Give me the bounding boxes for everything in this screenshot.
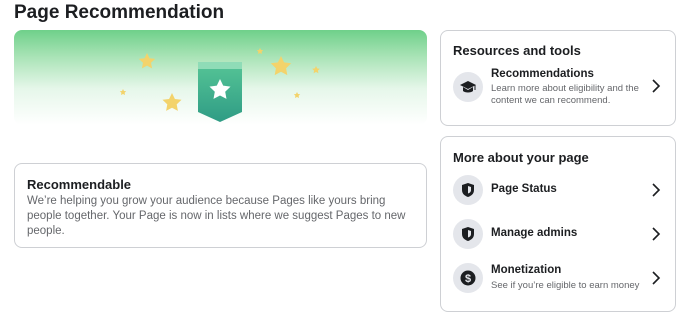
chevron-right-icon xyxy=(652,227,661,241)
recommendations-label: Recommendations xyxy=(491,68,594,80)
star-icon xyxy=(256,48,264,54)
star-icon xyxy=(162,93,182,111)
recommendations-row[interactable]: Recommendations Learn more about eligibi… xyxy=(441,67,675,111)
star-icon xyxy=(293,92,301,98)
svg-text:$: $ xyxy=(465,273,471,285)
shield-icon xyxy=(453,219,483,249)
dollar-icon: $ xyxy=(453,263,483,293)
more-heading: More about your page xyxy=(453,150,589,165)
star-icon xyxy=(119,89,127,95)
hero-banner xyxy=(14,30,427,125)
chevron-right-icon xyxy=(652,271,661,285)
monetization-row[interactable]: $ Monetization See if you’re eligible to… xyxy=(441,259,675,303)
chevron-right-icon xyxy=(652,79,661,93)
resources-card: Resources and tools Recommendations Lear… xyxy=(440,30,676,126)
graduation-cap-icon xyxy=(453,72,483,102)
recommendable-title: Recommendable xyxy=(27,177,132,192)
manage-admins-label: Manage admins xyxy=(491,227,578,239)
manage-admins-row[interactable]: Manage admins xyxy=(441,215,675,255)
recommendable-description: We’re helping you grow your audience bec… xyxy=(27,195,406,237)
more-about-page-card: More about your page Page Status Manage … xyxy=(440,136,676,312)
resources-heading: Resources and tools xyxy=(453,43,581,58)
page-status-label: Page Status xyxy=(491,183,557,195)
star-icon xyxy=(138,53,156,69)
monetization-sub: See if you’re eligible to earn money xyxy=(491,280,640,291)
monetization-label: Monetization xyxy=(491,264,562,276)
chevron-right-icon xyxy=(652,183,661,197)
recommendations-sub: Learn more about eligibility and the con… xyxy=(491,83,639,106)
recommendation-badge-icon xyxy=(198,62,242,122)
recommendable-card: Recommendable We’re helping you grow you… xyxy=(14,163,427,248)
star-icon xyxy=(312,66,320,74)
shield-icon xyxy=(453,175,483,205)
star-icon xyxy=(270,56,292,76)
page-status-row[interactable]: Page Status xyxy=(441,171,675,211)
page-title: Page Recommendation xyxy=(14,2,225,23)
